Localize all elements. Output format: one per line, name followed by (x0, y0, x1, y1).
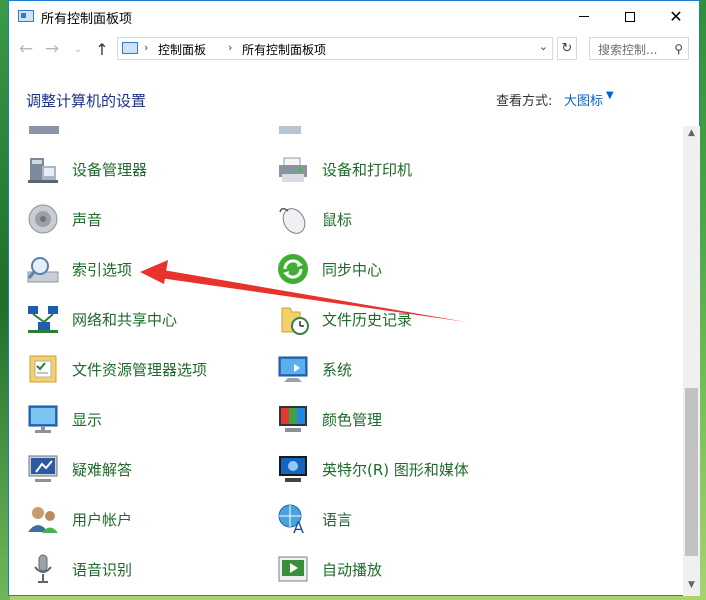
item-label: 疑难解答 (72, 460, 133, 479)
minimize-icon (579, 16, 589, 17)
file-history-icon (276, 302, 310, 336)
item-label: 索引选项 (72, 260, 133, 279)
sync-icon (276, 252, 310, 286)
scrollbar-thumb[interactable] (685, 388, 698, 556)
language-icon: A (276, 502, 310, 537)
item-device-manager[interactable]: 设备管理器 (26, 149, 147, 189)
partial-item-icon[interactable] (29, 126, 59, 134)
up-button[interactable]: ↑ (91, 38, 113, 60)
breadcrumb-all-items[interactable]: 所有控制面板项 (242, 41, 326, 58)
item-label: 显示 (72, 410, 103, 429)
item-intel-graphics-and-media[interactable]: 英特尔(R) 图形和媒体 (276, 449, 469, 489)
item-label: 语言 (322, 510, 353, 529)
item-label: 设备管理器 (72, 160, 148, 179)
item-label: 自动播放 (322, 560, 383, 579)
item-label: 设备和打印机 (322, 160, 413, 179)
control-panel-window: 所有控制面板项 ✕ ← → ⌄ ↑ › 控制面板 › 所有控制面板项 ⌄ ↻ 搜… (8, 0, 700, 596)
item-label: 系统 (322, 360, 353, 379)
item-label: 鼠标 (322, 210, 353, 229)
item-label: 英特尔(R) 图形和媒体 (322, 460, 469, 479)
address-dropdown-icon[interactable]: ⌄ (539, 40, 548, 53)
scroll-up-icon[interactable]: ▲ (683, 128, 700, 142)
item-troubleshooting[interactable]: 疑难解答 (26, 449, 132, 489)
breadcrumb-control-panel[interactable]: 控制面板 (158, 41, 206, 58)
address-bar[interactable]: › 控制面板 › 所有控制面板项 ⌄ (117, 37, 553, 60)
back-button[interactable]: ← (15, 38, 37, 60)
refresh-button[interactable]: ↻ (557, 37, 577, 60)
view-by-dropdown[interactable]: 大图标 (564, 90, 603, 109)
intel-graphics-icon (276, 452, 310, 486)
title-bar: 所有控制面板项 ✕ (9, 1, 699, 32)
folder-options-icon (26, 352, 60, 386)
item-label: 网络和共享中心 (72, 310, 178, 329)
page-title: 调整计算机的设置 (26, 92, 147, 110)
printer-icon (276, 152, 310, 186)
item-system[interactable]: 系统 (276, 349, 352, 389)
item-label: 用户帐户 (72, 510, 133, 529)
baidu-watermark-logo: Baidu经验 (548, 534, 684, 564)
chevron-down-icon[interactable]: ▼ (606, 90, 614, 101)
microphone-icon (26, 552, 60, 586)
indexing-icon (26, 252, 60, 286)
item-label: 颜色管理 (322, 410, 383, 429)
breadcrumb-separator-icon[interactable]: › (144, 41, 148, 54)
item-user-accounts[interactable]: 用户帐户 (26, 499, 132, 539)
close-button[interactable]: ✕ (653, 1, 699, 32)
item-mouse[interactable]: 鼠标 (276, 199, 352, 239)
item-label: 声音 (72, 210, 103, 229)
search-box[interactable]: 搜索控制... ⚲ (589, 37, 689, 60)
item-file-history[interactable]: 文件历史记录 (276, 299, 412, 339)
item-display[interactable]: 显示 (26, 399, 102, 439)
window-title: 所有控制面板项 (41, 12, 133, 27)
display-icon (26, 402, 60, 436)
item-label: 语音识别 (72, 560, 133, 579)
search-icon: ⚲ (674, 42, 683, 56)
item-color-management[interactable]: 颜色管理 (276, 399, 382, 439)
chevron-down-icon: ⌄ (73, 43, 83, 55)
recent-locations-button[interactable]: ⌄ (71, 38, 85, 60)
minimize-button[interactable] (561, 1, 607, 32)
item-devices-and-printers[interactable]: 设备和打印机 (276, 149, 412, 189)
item-autoplay[interactable]: 自动播放 (276, 549, 382, 589)
scroll-down-icon[interactable]: ▼ (683, 580, 700, 594)
refresh-icon: ↻ (561, 41, 573, 56)
user-accounts-icon (26, 502, 60, 536)
svg-text:A: A (293, 518, 304, 536)
speaker-icon (26, 202, 60, 236)
close-icon: ✕ (669, 7, 683, 26)
item-indexing-options[interactable]: 索引选项 (26, 249, 132, 289)
item-network-and-sharing-center[interactable]: 网络和共享中心 (26, 299, 177, 339)
mouse-icon (276, 202, 310, 236)
item-language[interactable]: A 语言 (276, 499, 352, 539)
forward-button[interactable]: → (41, 38, 63, 60)
autoplay-icon (276, 552, 310, 586)
color-management-icon (276, 402, 310, 436)
troubleshooting-icon (26, 452, 60, 486)
maximize-button[interactable] (607, 1, 653, 32)
device-manager-icon (26, 152, 60, 186)
items-grid: 设备管理器 设备和打印机 声音 鼠标 索引选项 同步中心 网络和共享中心 文件历… (9, 126, 683, 596)
baidu-watermark-url: jingyan.baidu.com (568, 576, 661, 587)
navigation-bar: ← → ⌄ ↑ › 控制面板 › 所有控制面板项 ⌄ ↻ 搜索控制... ⚲ (9, 32, 699, 66)
partial-item-icon[interactable] (279, 126, 301, 134)
item-sound[interactable]: 声音 (26, 199, 102, 239)
item-label: 文件历史记录 (322, 310, 413, 329)
item-sync-center[interactable]: 同步中心 (276, 249, 382, 289)
item-file-explorer-options[interactable]: 文件资源管理器选项 (26, 349, 207, 389)
network-icon (26, 302, 60, 336)
system-icon (276, 352, 310, 386)
item-label: 同步中心 (322, 260, 383, 279)
item-label: 文件资源管理器选项 (72, 360, 208, 379)
view-by-label: 查看方式: (496, 94, 553, 109)
address-control-panel-icon (122, 42, 138, 54)
vertical-scrollbar[interactable]: ▲ ▼ (683, 126, 700, 596)
control-panel-icon (18, 10, 34, 22)
maximize-icon (625, 11, 635, 22)
forward-arrow-icon: → (44, 39, 60, 59)
up-arrow-icon: ↑ (95, 39, 109, 59)
search-input[interactable]: 搜索控制... (598, 41, 657, 58)
item-speech-recognition[interactable]: 语音识别 (26, 549, 132, 589)
back-arrow-icon: ← (18, 39, 34, 59)
breadcrumb-separator-icon[interactable]: › (228, 41, 232, 54)
